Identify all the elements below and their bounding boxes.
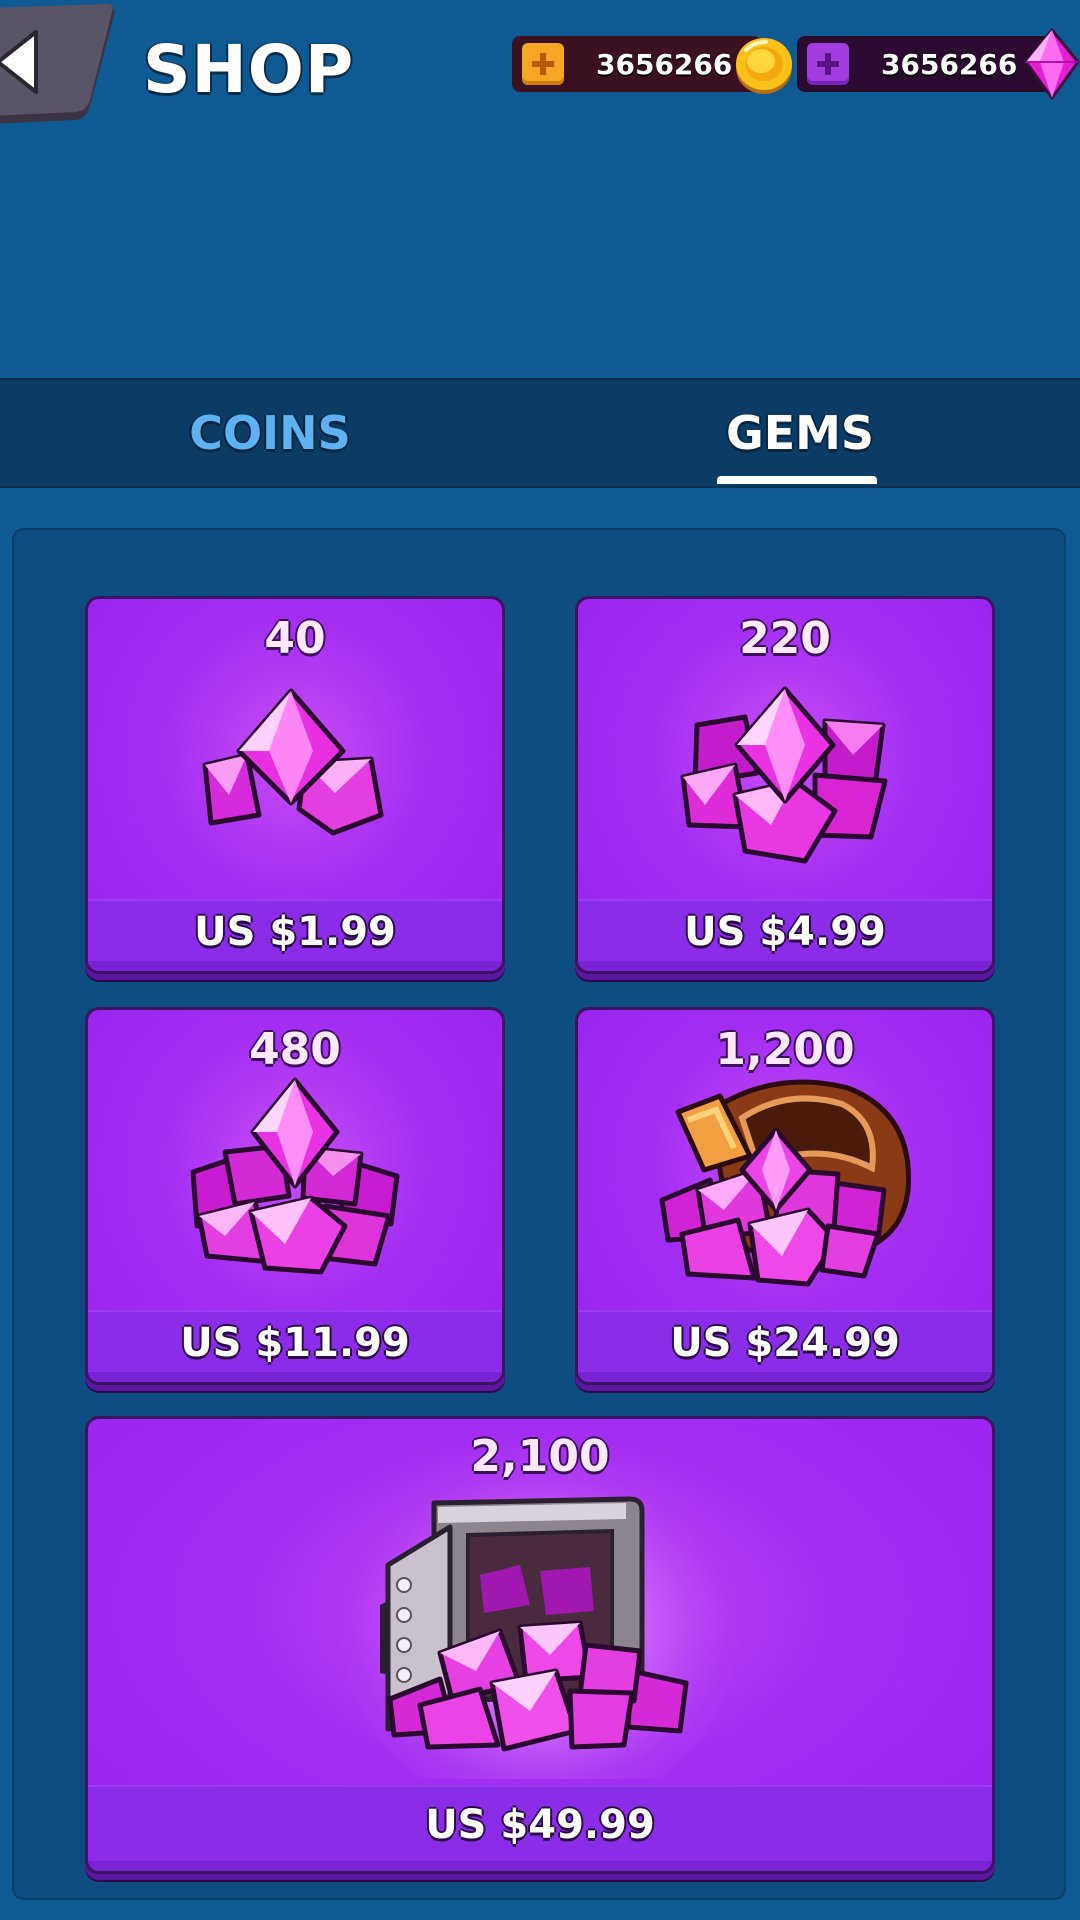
offer-card-2100-gems[interactable]: 2,100 US $49.99 [85, 1416, 995, 1874]
price-bar: US $1.99 [88, 899, 502, 971]
gem-balance: 3656266 [797, 36, 1059, 92]
price-bar: US $4.99 [578, 899, 992, 971]
offer-card-220-gems[interactable]: 220 US $4.99 [575, 596, 995, 974]
tab-bar: COINS GEMS [0, 378, 1080, 488]
offer-amount: 40 [264, 613, 326, 664]
active-tab-indicator [717, 476, 877, 484]
offer-amount: 1,200 [715, 1024, 855, 1075]
offer-price: US $24.99 [670, 1320, 900, 1366]
offer-amount: 220 [739, 613, 831, 664]
offer-amount: 2,100 [470, 1431, 610, 1482]
tab-coins[interactable]: COINS [0, 380, 540, 486]
gem-vault-icon [380, 1496, 689, 1752]
add-coins-button[interactable] [522, 43, 564, 85]
coin-icon [736, 38, 792, 94]
coin-balance-value: 3656266 [596, 47, 733, 81]
large-gem-pile-icon [190, 1077, 400, 1275]
gem-sack-icon [659, 1079, 911, 1287]
offer-price: US $11.99 [180, 1320, 410, 1366]
add-gems-button[interactable] [807, 43, 849, 85]
offer-price: US $49.99 [425, 1802, 655, 1848]
back-arrow-icon [0, 4, 115, 124]
price-bar: US $24.99 [578, 1310, 992, 1382]
plus-icon [817, 53, 839, 75]
tab-gems[interactable]: GEMS [530, 380, 1070, 486]
page-title: SHOP [143, 31, 355, 108]
gem-balance-value: 3656266 [881, 47, 1018, 81]
gem-icon [1024, 28, 1080, 100]
small-gem-pile-icon [202, 688, 384, 836]
back-button[interactable] [0, 2, 128, 126]
offer-card-40-gems[interactable]: 40 US $1.99 [85, 596, 505, 974]
price-bar: US $49.99 [88, 1785, 992, 1871]
medium-gem-pile-icon [680, 686, 888, 864]
offer-amount: 480 [249, 1024, 341, 1075]
coin-balance: 3656266 [512, 36, 762, 92]
offer-price: US $1.99 [194, 909, 396, 955]
offer-price: US $4.99 [684, 909, 886, 955]
plus-icon [532, 53, 554, 75]
offer-card-480-gems[interactable]: 480 US $11.99 [85, 1007, 505, 1385]
offer-card-1200-gems[interactable]: 1,200 US $24.99 [575, 1007, 995, 1385]
price-bar: US $11.99 [88, 1310, 502, 1382]
